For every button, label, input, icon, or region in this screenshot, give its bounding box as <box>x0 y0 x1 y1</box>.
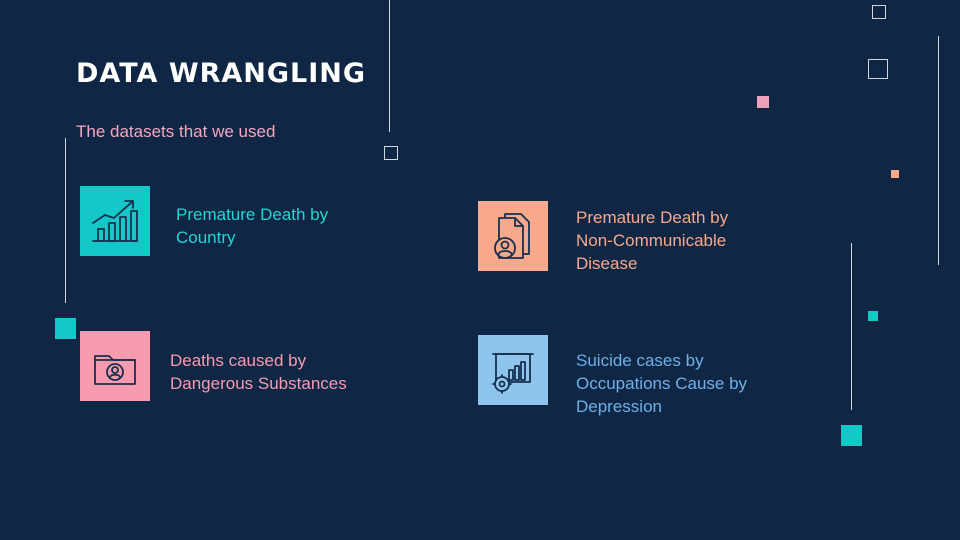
decor-square <box>55 318 76 339</box>
dataset-title-line: Dangerous Substances <box>170 374 347 393</box>
dataset-title: Deaths caused by Dangerous Substances <box>170 349 347 395</box>
dataset-title-line: Country <box>176 228 236 247</box>
presentation-gear-icon <box>478 335 548 405</box>
dataset-title-line: Non-Communicable <box>576 231 727 250</box>
dataset-title-line: Premature Death by <box>176 205 329 224</box>
patient-document-icon <box>478 201 548 271</box>
dataset-title-line: Occupations Cause by <box>576 374 748 393</box>
slide: DATA WRANGLING The datasets that we used… <box>0 0 960 540</box>
decor-square <box>757 96 769 108</box>
dataset-title: Suicide cases by Occupations Cause by De… <box>576 349 747 418</box>
decor-square <box>384 146 398 160</box>
decor-square <box>868 311 878 321</box>
decor-line <box>65 138 66 303</box>
slide-subtitle: The datasets that we used <box>76 122 276 141</box>
decor-line <box>938 36 939 265</box>
patient-folder-icon <box>80 331 150 401</box>
decor-line <box>389 0 390 132</box>
dataset-title-line: Deaths caused by <box>170 351 307 370</box>
decor-line <box>851 243 852 410</box>
slide-title: DATA WRANGLING <box>76 58 367 89</box>
decor-square <box>868 59 888 79</box>
dataset-title: Premature Death by Non-Communicable Dise… <box>576 206 728 275</box>
dataset-title-line: Depression <box>576 397 662 416</box>
decor-square <box>872 5 886 19</box>
decor-square <box>841 425 862 446</box>
growth-chart-icon <box>80 186 150 256</box>
dataset-title: Premature Death by Country <box>176 203 328 249</box>
dataset-title-line: Disease <box>576 254 638 273</box>
dataset-title-line: Premature Death by <box>576 208 729 227</box>
dataset-title-line: Suicide cases by <box>576 351 704 370</box>
decor-square <box>891 170 899 178</box>
